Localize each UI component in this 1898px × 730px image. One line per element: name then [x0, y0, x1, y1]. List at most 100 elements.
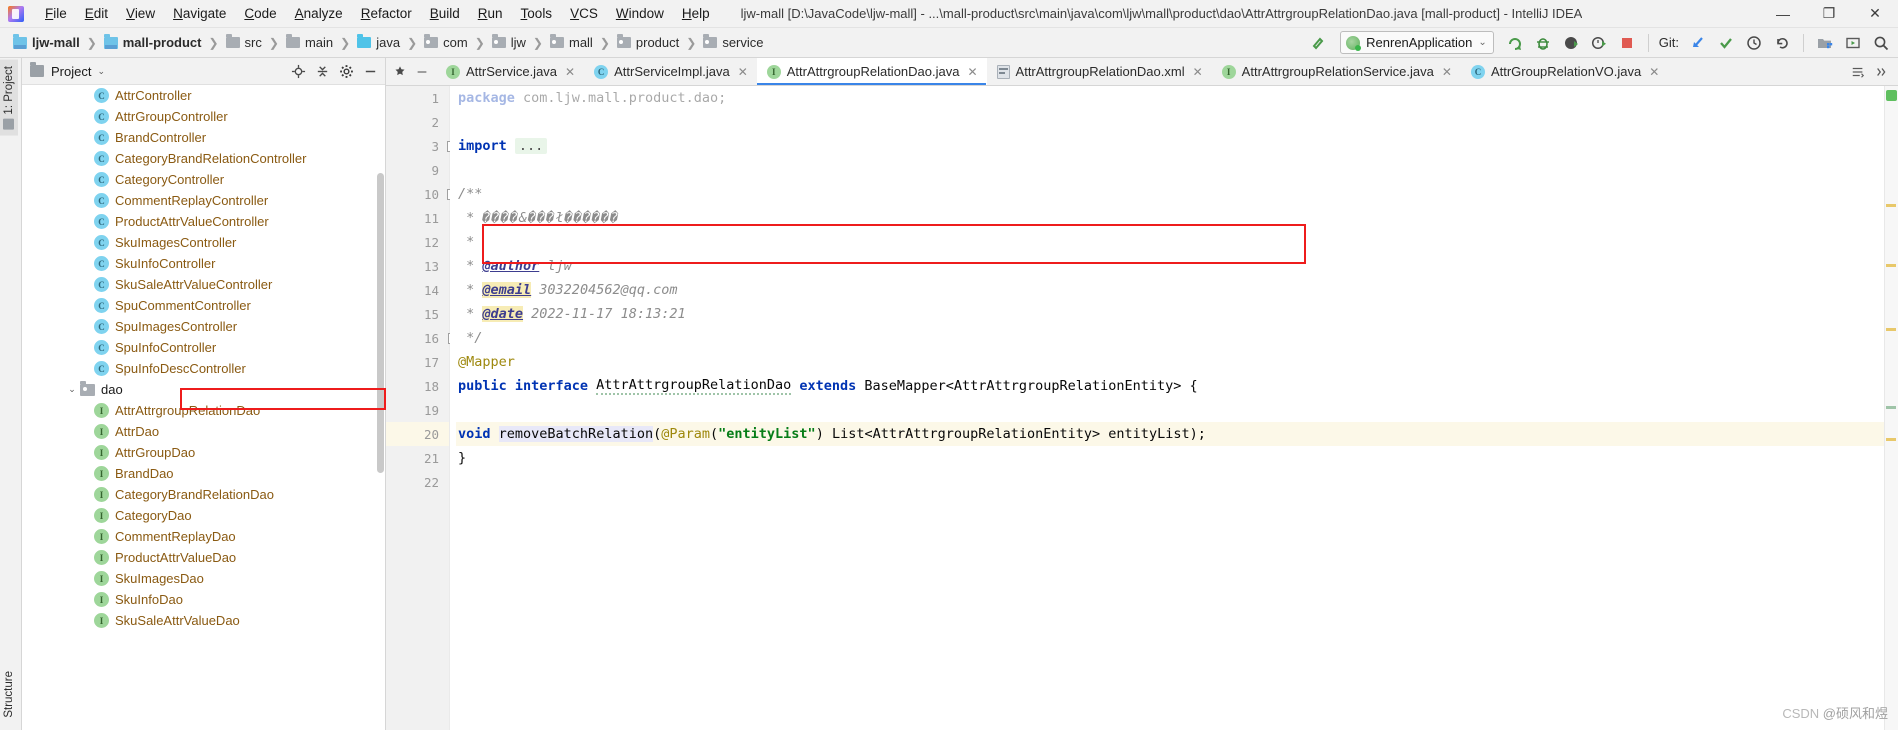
gutter-line-16[interactable]: 16	[386, 326, 457, 350]
update-project-icon[interactable]	[1685, 31, 1711, 55]
tree-node-file[interactable]: C SkuSaleAttrValueController	[22, 274, 385, 295]
menu-item-window[interactable]: Window	[607, 3, 673, 24]
tree-node-file[interactable]: I SkuSaleAttrValueDao	[22, 610, 385, 631]
close-icon[interactable]: ✕	[1442, 65, 1452, 79]
project-structure-icon[interactable]	[1812, 31, 1838, 55]
menu-item-navigate[interactable]: Navigate	[164, 3, 235, 24]
breadcrumb-item-ljw-mall[interactable]: ljw-mall	[10, 33, 83, 52]
debug-button[interactable]	[1530, 31, 1556, 55]
tree-node-file[interactable]: C BrandController	[22, 127, 385, 148]
code-line-19[interactable]	[456, 398, 1898, 422]
code-line-3[interactable]: import ...	[456, 134, 1898, 158]
run-configuration-selector[interactable]: RenrenApplication ⌄	[1340, 31, 1494, 54]
tree-node-file[interactable]: C ProductAttrValueController	[22, 211, 385, 232]
hide-panel-icon[interactable]	[359, 61, 381, 81]
tree-node-file[interactable]: C SpuInfoDescController	[22, 358, 385, 379]
menu-item-file[interactable]: File	[36, 3, 76, 24]
menu-item-run[interactable]: Run	[469, 3, 512, 24]
gutter-line-2[interactable]: 2	[386, 110, 449, 134]
gutter-line-11[interactable]: 11	[386, 206, 449, 230]
code-line-1[interactable]: package com.ljw.mall.product.dao;	[456, 86, 1898, 110]
tree-node-package[interactable]: ⌄ dao	[22, 379, 385, 400]
code-line-22[interactable]	[456, 470, 1898, 494]
menu-item-refactor[interactable]: Refactor	[352, 3, 421, 24]
breadcrumb-item-com[interactable]: com	[421, 33, 471, 52]
tree-node-file[interactable]: I CategoryDao	[22, 505, 385, 526]
breadcrumb-item-mall[interactable]: mall	[547, 33, 596, 52]
gutter-line-19[interactable]: 19	[386, 398, 449, 422]
code-line-15[interactable]: * @date 2022-11-17 18:13:21	[456, 302, 1898, 326]
editor-tab-attrattrgrouprelationdao-xml[interactable]: AttrAttrgroupRelationDao.xml ✕	[987, 58, 1212, 85]
breadcrumb-item-service[interactable]: service	[700, 33, 766, 52]
tree-node-file[interactable]: C AttrGroupController	[22, 106, 385, 127]
collapse-all-icon[interactable]	[311, 61, 333, 81]
gutter-line-3[interactable]: 3+	[386, 134, 458, 158]
tab-overflow-icon[interactable]	[1872, 62, 1892, 82]
code-line-20[interactable]: void removeBatchRelation(@Param("entityL…	[456, 422, 1898, 446]
pin-tab-icon[interactable]	[390, 62, 410, 82]
tree-node-file[interactable]: I CommentReplayDao	[22, 526, 385, 547]
chevron-down-icon[interactable]: ⌄	[64, 384, 80, 395]
gutter-line-12[interactable]: 12	[386, 230, 449, 254]
menu-item-vcs[interactable]: VCS	[561, 3, 607, 24]
breadcrumb-item-mall-product[interactable]: mall-product	[101, 33, 205, 52]
tree-node-file[interactable]: I SkuImagesDao	[22, 568, 385, 589]
scroll-from-source-icon[interactable]	[287, 61, 309, 81]
run-button[interactable]	[1502, 31, 1528, 55]
code-line-17[interactable]: @Mapper	[456, 350, 1898, 374]
breadcrumb-item-src[interactable]: src	[223, 33, 265, 52]
menu-item-edit[interactable]: Edit	[76, 3, 117, 24]
editor-tab-attrservice-java[interactable]: I AttrService.java ✕	[436, 58, 584, 85]
gutter-line-20[interactable]: 20	[386, 422, 449, 446]
tree-node-file[interactable]: C CategoryController	[22, 169, 385, 190]
code-line-9[interactable]	[456, 158, 1898, 182]
search-everywhere-icon[interactable]	[1868, 31, 1894, 55]
gutter-line-1[interactable]: 1	[386, 86, 449, 110]
tree-node-file[interactable]: C SpuCommentController	[22, 295, 385, 316]
tree-node-file[interactable]: C CategoryBrandRelationController	[22, 148, 385, 169]
project-tree[interactable]: C AttrController C AttrGroupController C Bran…	[22, 85, 385, 730]
menu-item-tools[interactable]: Tools	[512, 3, 562, 24]
maximize-button[interactable]: ❐	[1806, 0, 1852, 28]
commit-icon[interactable]	[1713, 31, 1739, 55]
editor-tab-attrserviceimpl-java[interactable]: C AttrServiceImpl.java ✕	[584, 58, 757, 85]
run-with-coverage-button[interactable]	[1558, 31, 1584, 55]
code-line-21[interactable]: }	[456, 446, 1898, 470]
tree-node-file[interactable]: I CategoryBrandRelationDao	[22, 484, 385, 505]
minimize-button[interactable]: —	[1760, 0, 1806, 28]
gutter-line-21[interactable]: 21	[386, 446, 449, 470]
code-line-18[interactable]: public interface AttrAttrgroupRelationDa…	[456, 374, 1898, 398]
close-icon[interactable]: ✕	[1649, 65, 1659, 79]
tree-node-file[interactable]: I AttrDao	[22, 421, 385, 442]
gutter-line-22[interactable]: 22	[386, 470, 449, 494]
tree-node-file[interactable]: C CommentReplayController	[22, 190, 385, 211]
close-icon[interactable]: ✕	[565, 65, 575, 79]
code-line-13[interactable]: * @author ljw	[456, 254, 1898, 278]
gutter-line-18[interactable]: 18	[386, 374, 449, 398]
inspection-status-badge[interactable]	[1886, 90, 1897, 101]
editor-tab-attrgrouprelationvo-java[interactable]: C AttrGroupRelationVO.java ✕	[1461, 58, 1668, 85]
gutter-line-9[interactable]: 9	[386, 158, 449, 182]
close-icon[interactable]: ✕	[738, 65, 748, 79]
history-clock-icon[interactable]	[1741, 31, 1767, 55]
profiler-button[interactable]	[1586, 31, 1612, 55]
breadcrumb-item-ljw[interactable]: ljw	[489, 33, 529, 52]
close-icon[interactable]: ✕	[1193, 65, 1203, 79]
tree-node-file[interactable]: C SkuImagesController	[22, 232, 385, 253]
menu-item-help[interactable]: Help	[673, 3, 719, 24]
menu-bar[interactable]: File Edit View Navigate Code Analyze Refactor B…	[36, 3, 719, 24]
code-line-2[interactable]	[456, 110, 1898, 134]
code-line-11[interactable]: * ����&���ł������	[456, 206, 1898, 230]
menu-item-build[interactable]: Build	[421, 3, 469, 24]
build-hammer-icon[interactable]	[1306, 31, 1332, 55]
editor-tab-attrattrgrouprelationdao-java[interactable]: I AttrAttrgroupRelationDao.java ✕	[756, 58, 987, 85]
gutter-line-13[interactable]: 13	[386, 254, 449, 278]
menu-item-code[interactable]: Code	[235, 3, 285, 24]
gutter-line-15[interactable]: 15	[386, 302, 449, 326]
editor-code[interactable]: package com.ljw.mall.product.dao; import …	[450, 86, 1898, 730]
breadcrumb-item-java[interactable]: java	[354, 33, 403, 52]
code-line-16[interactable]: */	[456, 326, 1898, 350]
code-line-14[interactable]: * @email 3032204562@qq.com	[456, 278, 1898, 302]
close-icon[interactable]: ✕	[967, 65, 977, 79]
rollback-icon[interactable]	[1769, 31, 1795, 55]
